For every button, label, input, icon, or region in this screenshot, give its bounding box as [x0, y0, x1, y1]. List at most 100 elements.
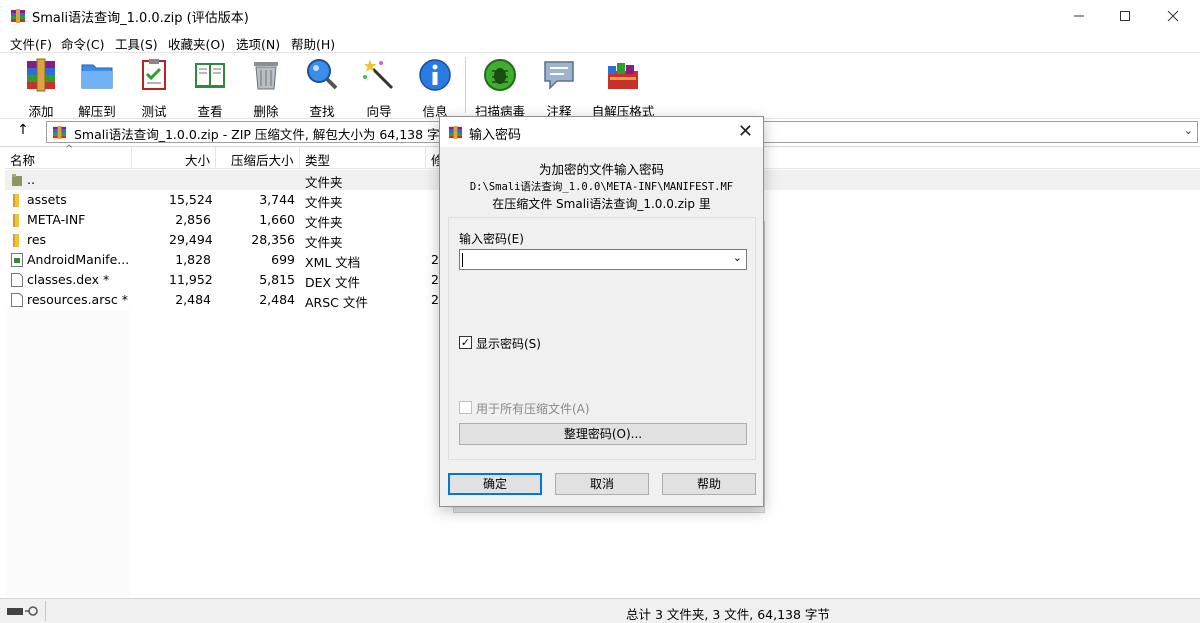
- chevron-down-icon[interactable]: ⌄: [1184, 124, 1193, 137]
- file-modified: 2: [431, 292, 439, 307]
- column-divider[interactable]: [131, 147, 132, 169]
- file-name: resources.arsc *: [27, 292, 128, 307]
- sort-ascending-icon: ^: [65, 144, 74, 155]
- folder-icon: [13, 194, 19, 207]
- help-button[interactable]: 帮助: [662, 473, 756, 495]
- menu-file[interactable]: 文件(F): [10, 34, 52, 53]
- sfx-button[interactable]: 自解压格式: [588, 57, 658, 119]
- info-archive: 在压缩文件 Smali语法查询_1.0.0.zip 里: [492, 197, 711, 211]
- file-name: AndroidManife...: [27, 252, 130, 267]
- file-size: 15,524: [169, 192, 213, 207]
- drive-key-icon: [7, 606, 38, 616]
- wizard-button[interactable]: 向导: [352, 57, 406, 119]
- dialog-title: 输入密码: [469, 128, 522, 143]
- comment-icon: [544, 61, 574, 90]
- close-icon[interactable]: ✕: [738, 121, 753, 142]
- file-name: res: [27, 232, 47, 247]
- view-button[interactable]: 查看: [183, 57, 237, 119]
- winrar-icon: [52, 125, 67, 140]
- magnifier-icon: [307, 59, 338, 90]
- chevron-down-icon[interactable]: ⌄: [733, 251, 742, 264]
- password-label: 输入密码(E): [459, 232, 524, 246]
- folder-icon: [13, 234, 19, 247]
- close-button[interactable]: [1150, 0, 1196, 32]
- menu-bar: 文件(F) 命令(C) 工具(S) 收藏夹(O) 选项(N) 帮助(H): [0, 32, 1200, 52]
- file-type: ARSC 文件: [305, 295, 368, 310]
- file-icon: [11, 293, 23, 307]
- status-bar: 总计 3 文件夹, 3 文件, 64,138 字节: [0, 598, 1200, 623]
- virus-scan-icon: [484, 59, 516, 91]
- add-archive-icon: [27, 58, 55, 92]
- scan-virus-button[interactable]: 扫描病毒: [470, 57, 530, 119]
- title-bar: Smali语法查询_1.0.0.zip (评估版本): [0, 0, 1200, 32]
- arrow-up-icon: ↑: [17, 122, 29, 138]
- file-type: DEX 文件: [305, 275, 361, 290]
- test-button[interactable]: 测试: [127, 57, 181, 119]
- status-summary: 总计 3 文件夹, 3 文件, 64,138 字节: [626, 607, 830, 622]
- column-divider[interactable]: [425, 147, 426, 169]
- menu-favorites[interactable]: 收藏夹(O): [168, 34, 225, 53]
- minimize-button[interactable]: [1056, 0, 1102, 32]
- info-path: D:\Smali语法查询_1.0.0\META-INF\MANIFEST.MF: [469, 181, 734, 193]
- file-size: 1,828: [175, 252, 211, 267]
- file-packed: 1,660: [259, 212, 295, 227]
- comment-button[interactable]: 注释: [534, 57, 584, 119]
- text-caret: [462, 253, 463, 267]
- extract-to-button[interactable]: 解压到: [70, 57, 124, 119]
- use-for-all-checkbox[interactable]: [459, 401, 472, 414]
- delete-button[interactable]: 删除: [239, 57, 293, 119]
- find-button[interactable]: 查找: [295, 57, 349, 119]
- file-packed: 2,484: [259, 292, 295, 307]
- organize-passwords-button[interactable]: 整理密码(O)...: [459, 423, 747, 445]
- file-icon: [11, 273, 23, 287]
- info-prompt: 为加密的文件输入密码: [538, 162, 664, 177]
- up-one-level-button[interactable]: ↑: [10, 122, 36, 142]
- column-packed[interactable]: 压缩后大小: [231, 150, 294, 169]
- password-input[interactable]: ⌄: [459, 249, 747, 270]
- file-packed: 3,744: [259, 192, 295, 207]
- info-icon: [419, 59, 451, 91]
- winrar-icon: [448, 125, 463, 140]
- column-type[interactable]: 类型: [305, 150, 330, 169]
- wizard-wand-icon: [363, 59, 394, 90]
- menu-help[interactable]: 帮助(H): [291, 34, 335, 53]
- file-packed: 5,815: [259, 272, 295, 287]
- file-size: 29,494: [169, 232, 213, 247]
- file-packed: 28,356: [251, 232, 295, 247]
- column-name[interactable]: 名称: [10, 150, 35, 169]
- maximize-button[interactable]: [1102, 0, 1148, 32]
- maximize-icon: [1120, 11, 1130, 21]
- dialog-title-bar: 输入密码 ✕: [440, 117, 763, 147]
- password-dialog: 输入密码 ✕ 为加密的文件输入密码 D:\Smali语法查询_1.0.0\MET…: [439, 116, 764, 507]
- view-book-icon: [195, 63, 225, 88]
- cancel-button[interactable]: 取消: [555, 473, 649, 495]
- menu-options[interactable]: 选项(N): [236, 34, 280, 53]
- file-modified: 2: [431, 252, 439, 267]
- file-name: assets: [27, 192, 67, 207]
- checkmark-icon: ✓: [460, 336, 471, 349]
- path-text: Smali语法查询_1.0.0.zip - ZIP 压缩文件, 解包大小为 64…: [74, 127, 453, 142]
- file-name: META-INF: [27, 212, 86, 227]
- menu-commands[interactable]: 命令(C): [61, 34, 104, 53]
- file-size: 11,952: [169, 272, 213, 287]
- file-size: 2,484: [175, 292, 211, 307]
- file-type: XML 文档: [305, 255, 361, 270]
- use-for-all-label[interactable]: 用于所有压缩文件(A): [476, 400, 590, 417]
- show-password-checkbox[interactable]: ✓: [459, 336, 472, 349]
- test-clipboard-icon: [142, 59, 166, 90]
- show-password-label[interactable]: 显示密码(S): [476, 335, 541, 352]
- column-divider[interactable]: [299, 147, 300, 169]
- ok-button[interactable]: 确定: [448, 473, 542, 495]
- column-size[interactable]: 大小: [185, 150, 210, 169]
- file-size: 2,856: [175, 212, 211, 227]
- file-name: ..: [27, 172, 35, 187]
- menu-tools[interactable]: 工具(S): [115, 34, 158, 53]
- column-divider[interactable]: [215, 147, 216, 169]
- info-button[interactable]: 信息: [408, 57, 462, 119]
- close-icon: [1167, 10, 1179, 22]
- add-button[interactable]: 添加: [14, 57, 68, 119]
- sfx-books-icon: [608, 63, 638, 89]
- file-name: classes.dex *: [27, 272, 110, 287]
- winrar-icon: [11, 9, 25, 23]
- dialog-info: 为加密的文件输入密码 D:\Smali语法查询_1.0.0\META-INF\M…: [440, 159, 763, 212]
